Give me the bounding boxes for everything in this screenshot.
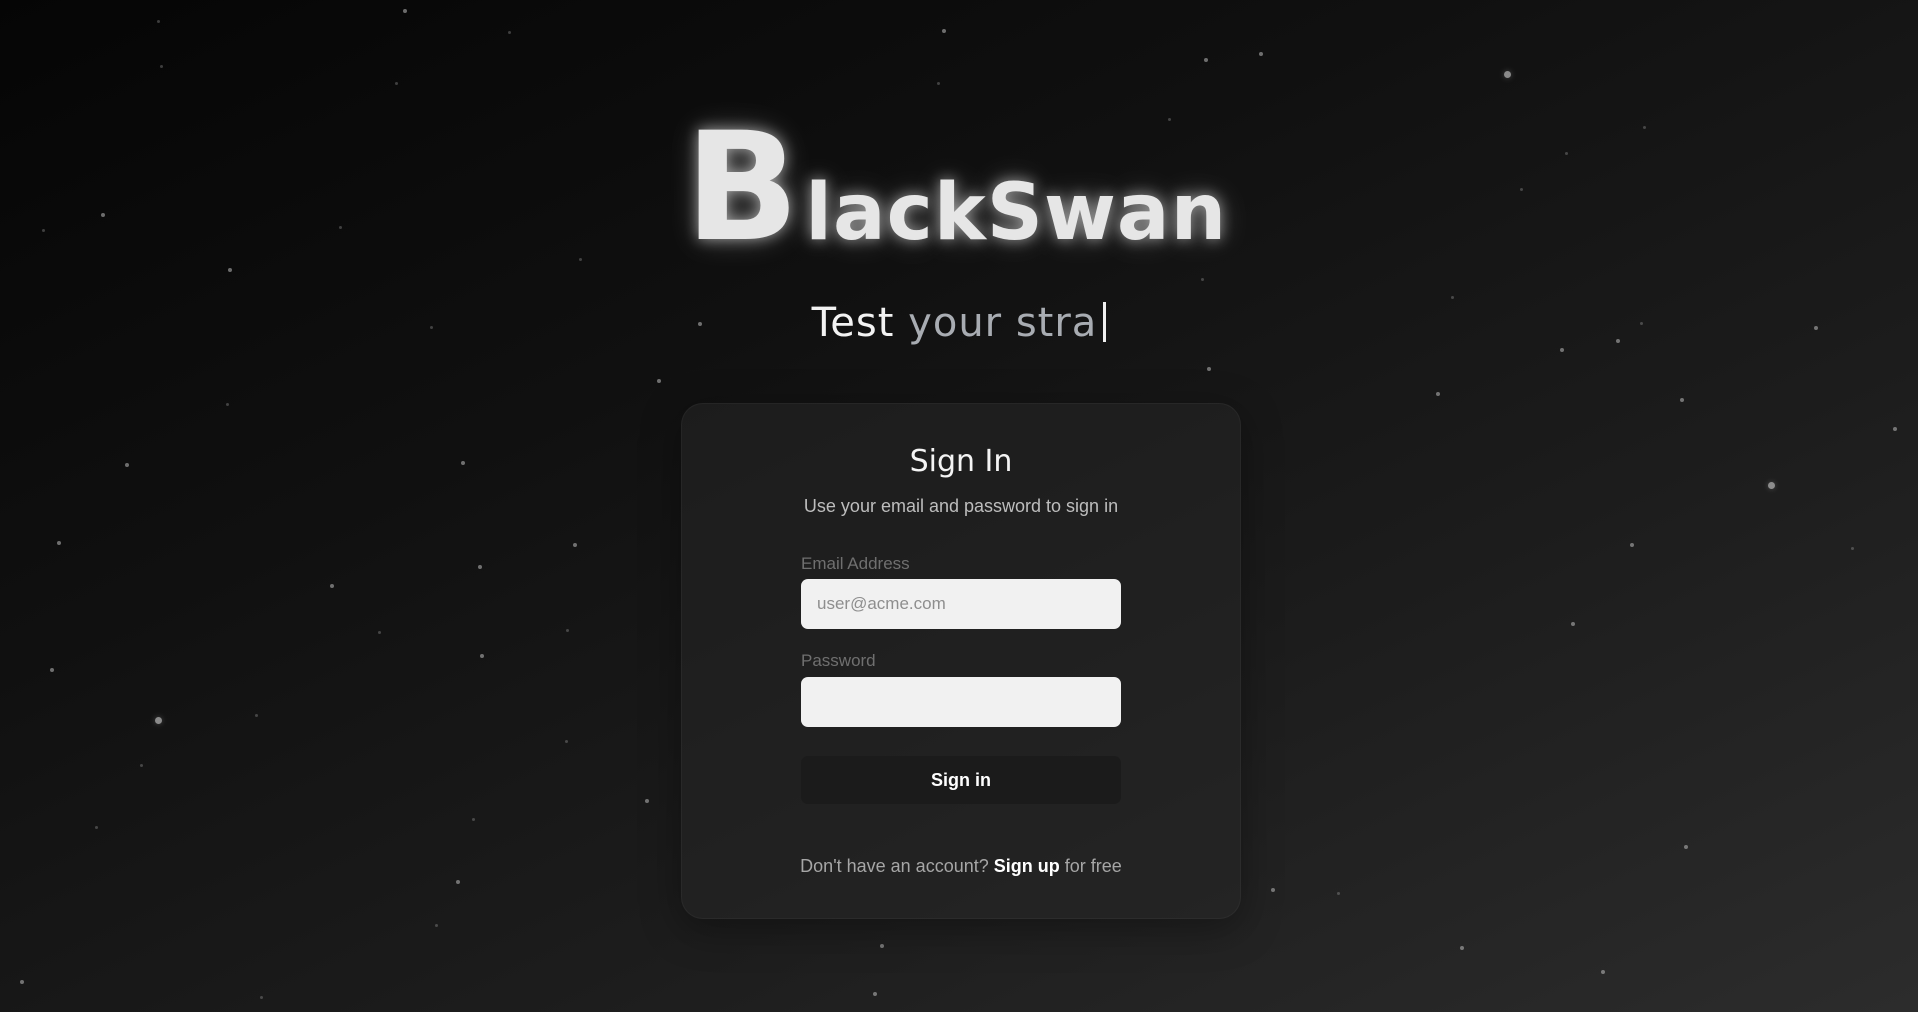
tagline-typing-text: your stra xyxy=(908,300,1098,346)
sign-up-prefix-text: Don't have an account? xyxy=(800,856,989,876)
sign-up-suffix-text: for free xyxy=(1064,856,1122,876)
logo-wordmark: lackSwan xyxy=(805,168,1228,258)
password-input[interactable] xyxy=(801,677,1121,727)
text-cursor xyxy=(1103,302,1107,342)
typing-tagline: Test your stra xyxy=(0,300,1918,346)
sign-up-link[interactable]: Sign up xyxy=(994,856,1060,876)
sign-in-button[interactable]: Sign in xyxy=(801,756,1121,804)
email-label: Email Address xyxy=(801,554,910,573)
sign-up-prompt: Don't have an account? Sign up for free xyxy=(682,856,1240,877)
sign-in-subtitle: Use your email and password to sign in xyxy=(803,496,1119,516)
email-input[interactable] xyxy=(801,579,1121,629)
sign-in-title: Sign In xyxy=(909,444,1013,479)
logo-initial: B xyxy=(684,101,800,275)
sign-in-card: Sign In Use your email and password to s… xyxy=(681,403,1241,919)
password-label: Password xyxy=(801,651,876,670)
brand-logo: BlackSwan xyxy=(0,101,1918,275)
tagline-typed-text: Test xyxy=(811,300,895,346)
